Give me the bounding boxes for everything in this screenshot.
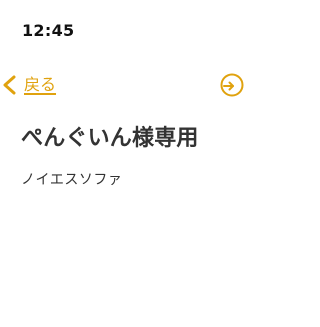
page-subtitle: ノイエスソファ <box>21 172 123 188</box>
navigation-bar: 戻る <box>0 66 244 104</box>
back-button-label: 戻る <box>24 75 57 94</box>
chevron-left-icon <box>3 75 16 95</box>
back-button[interactable]: 戻る <box>0 69 80 101</box>
circle-arrow-icon <box>220 73 244 97</box>
status-time: 12:45 <box>22 21 75 40</box>
circle-action-button[interactable] <box>219 72 245 98</box>
page-title: ぺんぐいん様専用 <box>21 126 199 151</box>
status-bar: 12:45 <box>0 0 240 60</box>
